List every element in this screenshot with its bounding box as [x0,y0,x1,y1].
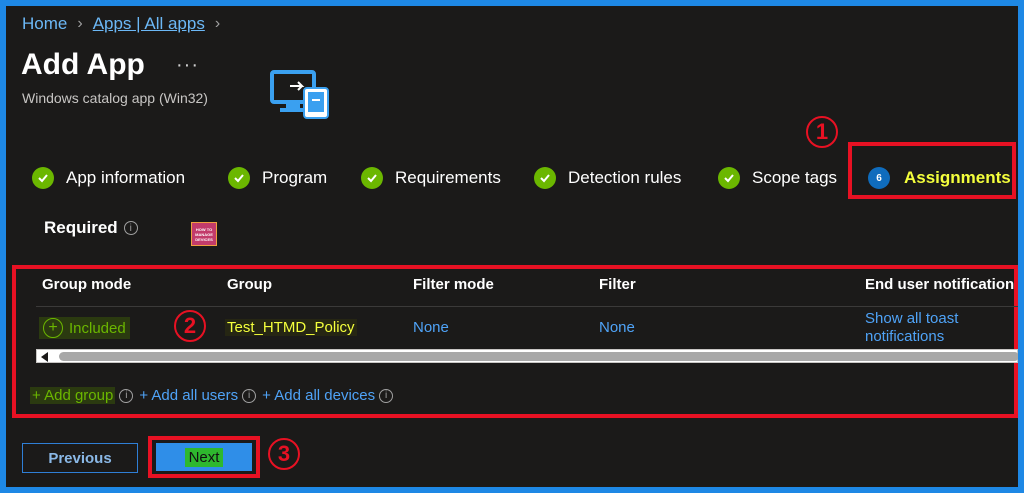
step-label: Requirements [395,168,501,187]
page-subtitle: Windows catalog app (Win32) [22,90,208,106]
info-icon[interactable]: i [123,221,138,235]
info-icon[interactable]: i [242,388,257,403]
step-detection-rules[interactable]: Detection rules [534,162,681,194]
chevron-right-icon: › [77,15,83,32]
checkmark-icon [534,167,556,189]
checkmark-icon [361,167,383,189]
filter-cell[interactable]: None [599,319,635,336]
next-button-label: Next [184,447,224,467]
add-group-link[interactable]: + Add group [30,387,116,404]
table-divider [36,306,1018,307]
info-icon[interactable]: i [379,388,394,403]
add-all-users-link[interactable]: + Add all users [139,387,238,404]
logo-text: DEVICES [195,236,213,242]
checkmark-icon [32,167,54,189]
scroll-thumb[interactable] [59,352,1018,361]
step-label: Detection rules [568,168,682,187]
windows-app-icon [268,68,332,129]
required-section-label: Required i [44,218,138,238]
info-icon[interactable]: i [119,388,134,403]
step-label: Program [262,168,328,187]
breadcrumb-home[interactable]: Home [22,14,67,34]
page-title: Add App [21,48,145,81]
scroll-left-icon[interactable] [41,352,48,362]
col-header-end-user-notification[interactable]: End user notification [865,276,1014,293]
chevron-right-icon: › [214,15,221,32]
group-mode-included[interactable]: + Included [39,317,130,339]
htmd-logo: HOW TO MANAGE DEVICES [191,222,217,246]
group-mode-text: Included [69,319,126,337]
app-frame: Home › Apps | All apps › Add App ··· Win… [6,6,1018,487]
callout-3: 3 [268,438,300,470]
step-label: App information [66,168,186,187]
step-app-information[interactable]: App information [32,162,185,194]
step-requirements[interactable]: Requirements [361,162,501,194]
highlight-box-assignments [848,142,1016,199]
checkmark-icon [228,167,250,189]
step-scope-tags[interactable]: Scope tags [718,162,837,194]
breadcrumb: Home › Apps | All apps › [22,14,230,34]
col-header-group-mode[interactable]: Group mode [42,276,131,293]
step-label: Scope tags [752,168,838,187]
next-button[interactable]: Next [156,443,252,471]
col-header-filter[interactable]: Filter [599,276,636,293]
callout-1: 1 [806,116,838,148]
horizontal-scrollbar[interactable] [36,349,1018,363]
notification-cell[interactable]: Show all toast notifications [865,310,958,346]
more-options-button[interactable]: ··· [176,54,199,77]
notification-text: Show all toast [865,310,959,327]
notification-text: notifications [865,328,945,345]
add-all-devices-link[interactable]: + Add all devices [262,387,375,404]
filter-mode-cell[interactable]: None [413,319,449,336]
group-name-cell[interactable]: Test_HTMD_Policy [225,319,357,336]
checkmark-icon [718,167,740,189]
required-label: Required [44,218,118,237]
assignment-actions: + Add group i + Add all users i + Add al… [30,387,399,404]
col-header-group[interactable]: Group [227,276,272,293]
plus-circle-icon: + [43,318,63,338]
breadcrumb-apps[interactable]: Apps | All apps [93,14,205,34]
previous-button[interactable]: Previous [22,443,138,473]
col-header-filter-mode[interactable]: Filter mode [413,276,494,293]
callout-2: 2 [174,310,206,342]
step-program[interactable]: Program [228,162,327,194]
